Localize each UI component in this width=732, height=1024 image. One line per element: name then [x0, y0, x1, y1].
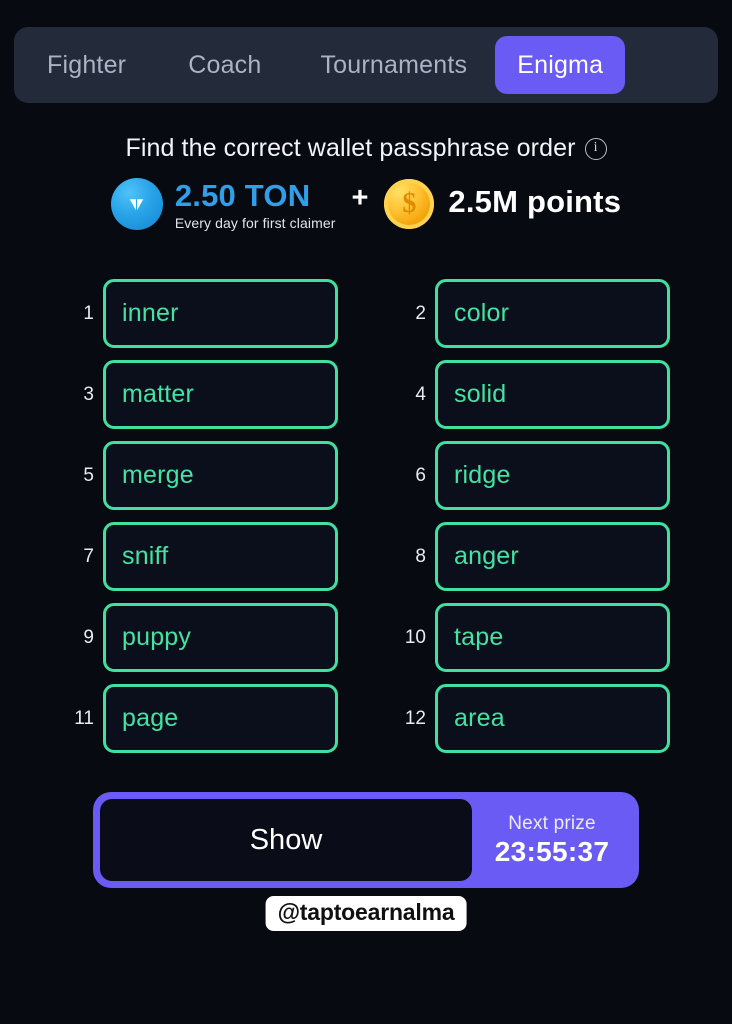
word-index: 3 — [83, 383, 94, 405]
word-label: anger — [454, 542, 519, 570]
word-card[interactable]: tape — [435, 603, 670, 672]
passphrase-cell: 12 area — [394, 684, 670, 753]
passphrase-cell: 3 matter — [62, 360, 338, 429]
word-index: 4 — [415, 383, 426, 405]
page-title-row: Find the correct wallet passphrase order… — [0, 134, 732, 163]
word-card[interactable]: area — [435, 684, 670, 753]
word-label: page — [122, 704, 179, 732]
passphrase-cell: 4 solid — [394, 360, 670, 429]
app-screen: Fighter Coach Tournaments Enigma Find th… — [0, 0, 732, 1024]
word-card[interactable]: puppy — [103, 603, 338, 672]
word-card[interactable]: page — [103, 684, 338, 753]
word-card[interactable]: matter — [103, 360, 338, 429]
word-label: area — [454, 704, 505, 732]
word-index: 12 — [404, 707, 426, 729]
word-index: 7 — [83, 545, 94, 567]
word-label: merge — [122, 461, 194, 489]
page-title: Find the correct wallet passphrase order — [125, 134, 576, 162]
tab-enigma[interactable]: Enigma — [495, 36, 626, 94]
word-index: 10 — [404, 626, 426, 648]
word-card[interactable]: anger — [435, 522, 670, 591]
passphrase-cell: 10 tape — [394, 603, 670, 672]
word-card[interactable]: merge — [103, 441, 338, 510]
tab-coach[interactable]: Coach — [188, 51, 261, 80]
word-index: 6 — [415, 464, 426, 486]
passphrase-cell: 11 page — [62, 684, 338, 753]
word-card[interactable]: ridge — [435, 441, 670, 510]
word-index: 11 — [74, 707, 94, 729]
word-index: 2 — [415, 302, 426, 324]
ton-coin-icon — [110, 178, 163, 230]
next-prize-timer: 23:55:37 — [494, 835, 610, 867]
word-index: 8 — [415, 545, 426, 567]
word-index: 9 — [83, 626, 94, 648]
show-button[interactable]: Show — [100, 799, 472, 881]
word-card[interactable]: color — [435, 279, 670, 348]
action-bar: Show Next prize 23:55:37 — [93, 792, 639, 888]
points-amount: 2.5M points — [448, 184, 622, 219]
word-label: ridge — [454, 461, 511, 489]
word-index: 1 — [83, 302, 94, 324]
word-card[interactable]: solid — [435, 360, 670, 429]
passphrase-grid: 1 inner 2 color 3 matter 4 solid 5 merge… — [62, 279, 670, 753]
passphrase-cell: 8 anger — [394, 522, 670, 591]
word-label: matter — [122, 380, 195, 408]
info-circle-icon[interactable]: i — [584, 137, 607, 160]
watermark-badge: @taptoearnalma — [265, 896, 467, 931]
prize-separator: + — [351, 182, 369, 214]
word-index: 5 — [83, 464, 94, 486]
word-label: tape — [454, 623, 504, 651]
next-prize-label: Next prize — [508, 812, 596, 834]
word-label: sniff — [122, 542, 169, 570]
ton-amount: 2.50 TON — [174, 178, 311, 213]
word-label: puppy — [122, 623, 192, 651]
word-label: inner — [122, 299, 179, 327]
main-tabbar: Fighter Coach Tournaments Enigma — [14, 27, 718, 103]
next-prize-panel: Next prize 23:55:37 — [472, 799, 632, 881]
passphrase-cell: 7 sniff — [62, 522, 338, 591]
passphrase-cell: 2 color — [394, 279, 670, 348]
passphrase-cell: 1 inner — [62, 279, 338, 348]
tab-fighter[interactable]: Fighter — [47, 51, 126, 80]
prize-row: 2.50 TON Every day for first claimer + $… — [0, 176, 732, 231]
ton-prize-block: 2.50 TON Every day for first claimer — [174, 178, 336, 231]
ton-subtext: Every day for first claimer — [174, 214, 336, 231]
word-card[interactable]: inner — [103, 279, 338, 348]
passphrase-cell: 9 puppy — [62, 603, 338, 672]
dollar-coin-icon: $ — [384, 179, 435, 229]
word-card[interactable]: sniff — [103, 522, 338, 591]
tab-tournaments[interactable]: Tournaments — [320, 51, 467, 80]
passphrase-cell: 5 merge — [62, 441, 338, 510]
word-label: color — [454, 299, 510, 327]
word-label: solid — [454, 380, 507, 408]
passphrase-cell: 6 ridge — [394, 441, 670, 510]
dollar-coin-glyph: $ — [402, 188, 417, 219]
